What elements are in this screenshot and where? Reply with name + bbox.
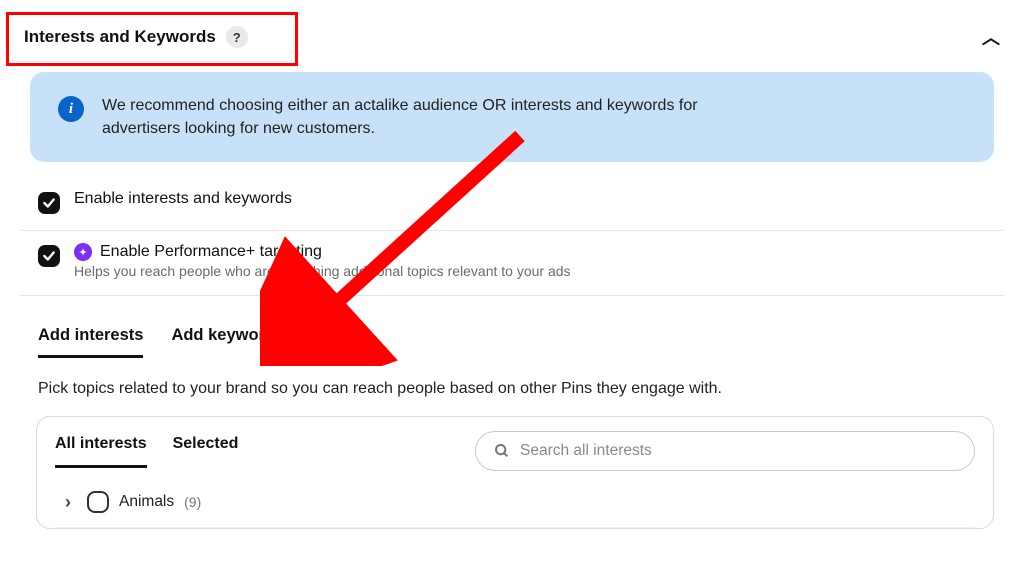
section-title: Interests and Keywords bbox=[24, 27, 216, 47]
interests-panel: All interests Selected › Animals (9) bbox=[36, 416, 994, 529]
tab-all-interests[interactable]: All interests bbox=[55, 435, 147, 468]
category-label: Animals bbox=[119, 493, 174, 511]
collapse-chevron-icon[interactable]: ︿ bbox=[982, 24, 1000, 50]
sparkle-icon: ✦ bbox=[74, 243, 92, 261]
tab-selected-interests[interactable]: Selected bbox=[173, 435, 239, 468]
option-performance-plus-label: Enable Performance+ targeting bbox=[100, 243, 322, 261]
option-enable-interests: Enable interests and keywords bbox=[20, 178, 1004, 231]
category-row[interactable]: › Animals (9) bbox=[55, 471, 975, 528]
option-enable-interests-label: Enable interests and keywords bbox=[74, 190, 292, 208]
search-icon bbox=[494, 443, 510, 459]
chevron-right-icon[interactable]: › bbox=[59, 492, 77, 513]
add-interests-description: Pick topics related to your brand so you… bbox=[20, 358, 1004, 412]
search-interests[interactable] bbox=[475, 431, 975, 471]
help-icon[interactable]: ? bbox=[226, 26, 248, 48]
option-performance-plus-desc: Helps you reach people who are searching… bbox=[74, 263, 571, 279]
search-interests-input[interactable] bbox=[520, 442, 956, 460]
tab-add-interests[interactable]: Add interests bbox=[38, 326, 143, 358]
tab-add-keywords[interactable]: Add keywords bbox=[171, 326, 284, 358]
checkbox-enable-interests[interactable] bbox=[38, 192, 60, 214]
info-icon: i bbox=[58, 96, 84, 122]
category-checkbox[interactable] bbox=[87, 491, 109, 513]
add-tabs: Add interests Add keywords bbox=[20, 296, 1004, 358]
info-banner-text: We recommend choosing either an actalike… bbox=[102, 94, 742, 140]
category-count: (9) bbox=[184, 494, 201, 510]
option-performance-plus: ✦ Enable Performance+ targeting Helps yo… bbox=[20, 231, 1004, 296]
checkbox-performance-plus[interactable] bbox=[38, 245, 60, 267]
info-banner: i We recommend choosing either an actali… bbox=[30, 72, 994, 162]
